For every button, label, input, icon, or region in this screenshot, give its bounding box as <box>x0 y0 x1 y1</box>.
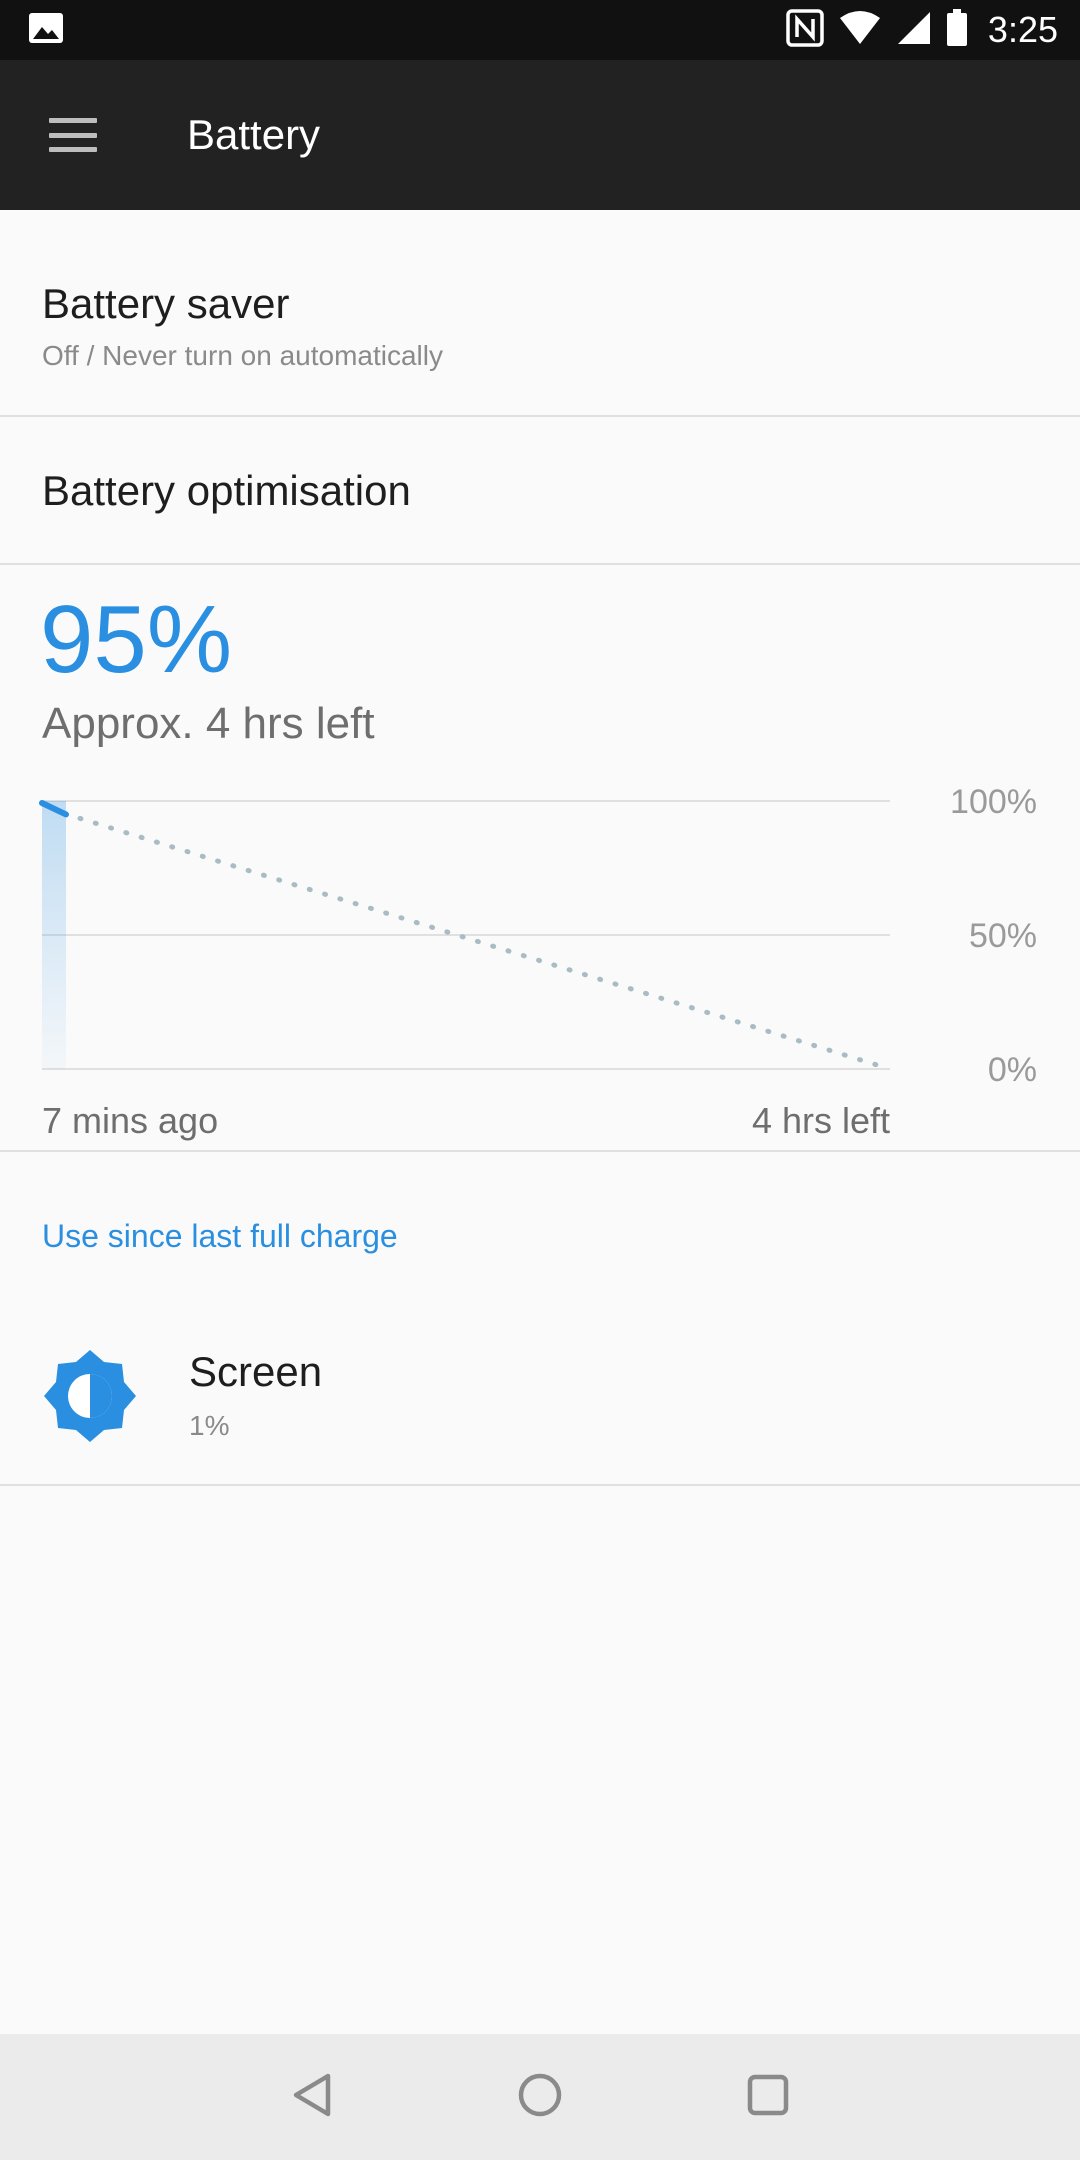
usage-item-title: Screen <box>189 1348 323 1395</box>
battery-saver-subtitle: Off / Never turn on automatically <box>42 340 443 371</box>
wifi-icon <box>838 10 882 51</box>
battery-icon <box>946 8 968 52</box>
status-time: 3:25 <box>987 9 1058 50</box>
y-tick-label: 50% <box>969 917 1037 955</box>
cellular-signal-icon <box>896 10 932 51</box>
y-tick-label: 0% <box>988 1051 1037 1089</box>
hamburger-menu-icon <box>49 118 97 152</box>
battery-optimisation-item[interactable]: Battery optimisation <box>0 417 1080 565</box>
back-icon <box>292 2072 332 2123</box>
status-left <box>28 12 64 49</box>
x-start-label: 7 mins ago <box>42 1100 219 1141</box>
brightness-icon <box>42 1348 138 1444</box>
usage-item-value: 1% <box>189 1410 230 1441</box>
back-button[interactable] <box>198 2034 426 2160</box>
battery-optimisation-title: Battery optimisation <box>42 467 411 514</box>
battery-chart: 100% 50% 0% <box>39 783 1037 1089</box>
home-icon <box>517 2072 563 2123</box>
recents-button[interactable] <box>654 2034 882 2160</box>
app-bar: Battery <box>0 60 1080 210</box>
page-title: Battery <box>187 111 321 158</box>
y-tick-label: 100% <box>950 783 1037 821</box>
actual-area <box>42 801 66 1069</box>
battery-saver-title: Battery saver <box>42 280 290 327</box>
navigation-bar <box>0 2034 1080 2160</box>
usage-section-header: Use since last full charge <box>42 1218 398 1254</box>
recents-icon <box>746 2073 790 2122</box>
battery-info: 95% Approx. 4 hrs left 100% 50% 0% 7 mins … <box>0 565 1080 1152</box>
home-button[interactable] <box>426 2034 654 2160</box>
battery-saver-item[interactable]: Battery saver Off / Never turn on automa… <box>0 210 1080 417</box>
projection-line <box>77 815 893 1072</box>
menu-button[interactable] <box>0 60 148 210</box>
status-bar: 3:25 <box>0 0 1080 60</box>
image-notification-icon <box>28 12 64 49</box>
x-end-label: 4 hrs left <box>751 1100 890 1141</box>
nfc-icon <box>786 8 824 52</box>
status-right: 3:25 <box>786 8 1058 52</box>
usage-item-screen[interactable]: Screen 1% <box>0 1310 1080 1486</box>
